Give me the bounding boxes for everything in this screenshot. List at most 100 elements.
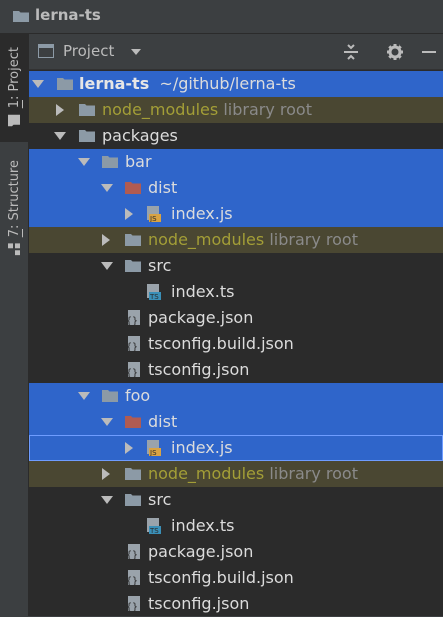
hide-icon[interactable] [420,43,438,61]
project-view-icon [38,44,54,58]
ts-file-icon: TS [147,284,161,300]
excluded-folder-icon [125,182,141,194]
view-selector-chevron-down-icon[interactable] [131,49,141,55]
tab-project-number: 1 [6,100,22,109]
tool-window-stripe: 1: Project 7: Structure [0,34,29,616]
chevron-down-icon[interactable] [101,184,113,192]
tree-item-label: src [148,256,172,275]
tree-row-bar-node-modules[interactable]: node_modules library root [29,227,443,253]
chevron-right-icon[interactable] [102,468,110,480]
root-path: ~/github/lerna-ts [159,74,296,93]
tree-row-foo-package-json[interactable]: {} package.json [29,539,443,565]
folder-icon [8,115,20,127]
folder-icon [57,78,73,90]
svg-text:{}: {} [126,550,138,560]
tree-item-label: node_modules library root [148,227,358,253]
chevron-down-icon[interactable] [78,392,90,400]
chevron-down-icon[interactable] [54,132,66,140]
tree-item-label: index.ts [171,282,235,301]
tree-row-bar-index-js[interactable]: JS index.js [29,201,443,227]
tree-item-label: tsconfig.json [148,594,250,613]
tree-row-foo-tsconfig-build[interactable]: {} tsconfig.build.json [29,565,443,591]
tree-row-bar-index-ts[interactable]: TS index.ts [29,279,443,305]
tree-item-label: dist [148,412,178,431]
tree-item-label: src [148,490,172,509]
svg-text:TS: TS [149,293,159,300]
chevron-down-icon[interactable] [32,80,44,88]
tree-row-foo-node-modules[interactable]: node_modules library root [29,461,443,487]
tree-item-label: index.js [171,204,233,223]
tree-row-foo-tsconfig[interactable]: {} tsconfig.json [29,591,443,617]
tree-row-root[interactable]: lerna-ts ~/github/lerna-ts [29,71,443,97]
tree-row-bar-tsconfig-build[interactable]: {} tsconfig.build.json [29,331,443,357]
tree-item-label: dist [148,178,178,197]
tree-row-foo-dist[interactable]: dist [29,409,443,435]
tree-row-foo-index-js[interactable]: JS index.js [29,435,443,461]
tree-row-bar-dist[interactable]: dist [29,175,443,201]
json-file-icon: {} [126,570,140,586]
tree-item-label: lerna-ts ~/github/lerna-ts [79,71,296,97]
tree-row-foo-src[interactable]: src [29,487,443,513]
svg-text:JS: JS [149,215,157,222]
chevron-down-icon[interactable] [101,418,113,426]
json-file-icon: {} [126,336,140,352]
tree-item-label: tsconfig.json [148,360,250,379]
tree-row-bar-package-json[interactable]: {} package.json [29,305,443,331]
library-root-tag: library root [223,100,312,119]
tab-project-label: : Project [6,47,22,101]
folder-icon [125,260,141,272]
tree-item-label: node_modules library root [102,97,312,123]
tree-row-packages[interactable]: packages [29,123,443,149]
gear-icon[interactable] [386,43,404,61]
chevron-right-icon[interactable] [125,442,133,454]
panel-title: Project [63,42,115,60]
project-tree[interactable]: lerna-ts ~/github/lerna-ts node_modules … [29,70,443,616]
folder-icon [79,130,95,142]
node-modules-name: node_modules [148,230,265,249]
project-name-breadcrumb[interactable]: lerna-ts [35,6,101,24]
folder-icon [79,104,95,116]
tree-row-node-modules[interactable]: node_modules library root [29,97,443,123]
node-modules-name: node_modules [148,464,265,483]
json-file-icon: {} [126,362,140,378]
tree-item-label: packages [102,126,178,145]
svg-text:{}: {} [126,602,138,612]
tree-row-bar-src[interactable]: src [29,253,443,279]
folder-icon [102,156,118,168]
svg-text:{}: {} [126,316,138,326]
svg-text:{}: {} [126,368,138,378]
chevron-right-icon[interactable] [125,208,133,220]
folder-icon [13,11,29,22]
folder-icon [125,494,141,506]
library-root-tag: library root [269,230,358,249]
tab-structure-label: : Structure [6,160,22,230]
folder-icon [102,390,118,402]
chevron-right-icon[interactable] [102,234,110,246]
excluded-folder-icon [125,416,141,428]
tree-item-label: foo [125,386,151,405]
tree-item-label: package.json [148,308,254,327]
chevron-down-icon[interactable] [78,158,90,166]
tree-row-foo-index-ts[interactable]: TS index.ts [29,513,443,539]
chevron-right-icon[interactable] [56,104,64,116]
svg-text:JS: JS [149,449,157,456]
collapse-all-icon[interactable] [342,43,360,61]
structure-icon [8,243,20,256]
chevron-down-icon[interactable] [101,496,113,504]
tab-structure-number: 7 [6,229,22,238]
node-modules-name: node_modules [102,100,219,119]
tab-structure[interactable]: 7: Structure [0,152,28,264]
json-file-icon: {} [126,596,140,612]
tree-item-label: bar [125,152,152,171]
json-file-icon: {} [126,544,140,560]
json-file-icon: {} [126,310,140,326]
chevron-down-icon[interactable] [101,262,113,270]
tab-project[interactable]: 1: Project [0,34,28,142]
tree-item-label: tsconfig.build.json [148,334,294,353]
svg-text:{}: {} [126,342,138,352]
tree-row-foo[interactable]: foo [29,383,443,409]
library-root-tag: library root [269,464,358,483]
tree-row-bar[interactable]: bar [29,149,443,175]
tree-row-bar-tsconfig[interactable]: {} tsconfig.json [29,357,443,383]
folder-icon [125,234,141,246]
